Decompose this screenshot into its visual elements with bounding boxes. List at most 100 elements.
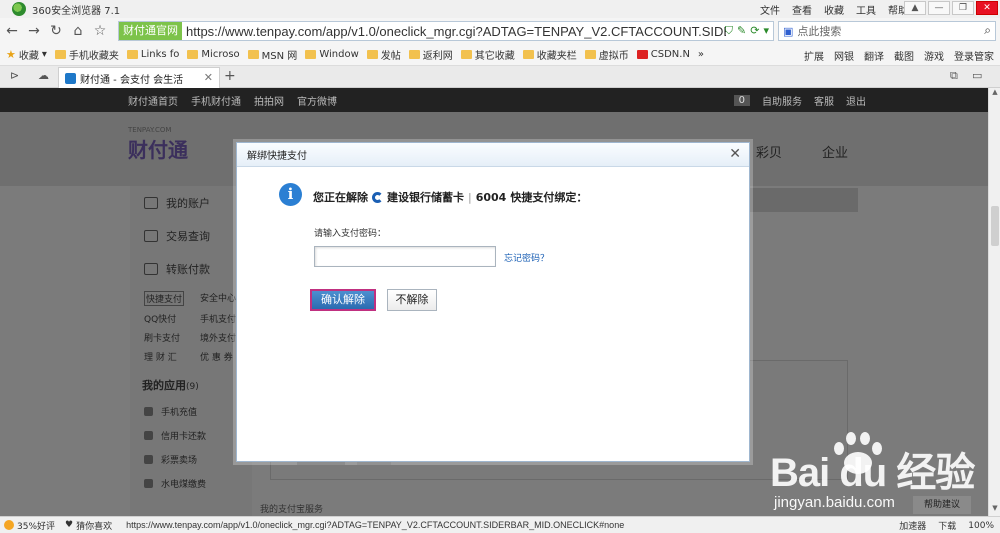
url-text[interactable]: https://www.tenpay.com/app/v1.0/oneclick… — [186, 24, 726, 39]
scroll-thumb[interactable] — [991, 206, 999, 246]
games-button[interactable]: 游戏 — [924, 48, 944, 63]
back-arrow-icon[interactable]: ← — [2, 21, 22, 41]
tab-menu-icon[interactable]: ▭ — [972, 69, 982, 82]
translate-button[interactable]: 翻译 — [864, 48, 884, 63]
search-placeholder: 点此搜索 — [797, 25, 842, 38]
payment-password-input[interactable] — [314, 246, 496, 267]
app-credit-card[interactable]: 信用卡还款 — [130, 423, 252, 447]
scroll-down-icon[interactable]: ▼ — [989, 504, 1000, 516]
app-lottery[interactable]: 彩票卖场 — [130, 447, 252, 471]
quick-link[interactable]: 刷卡支付 — [144, 331, 200, 344]
nav-paipai[interactable]: 拍拍网 — [254, 93, 284, 108]
menu-view[interactable]: 查看 — [792, 2, 812, 17]
zoom-level[interactable]: 100% — [968, 521, 994, 531]
header-menu-caibei[interactable]: 彩贝 — [756, 142, 782, 161]
home-icon[interactable]: ⌂ — [68, 21, 88, 41]
status-url: https://www.tenpay.com/app/v1.0/oneclick… — [126, 520, 625, 530]
utility-icon — [144, 478, 153, 488]
bookmark-item[interactable]: CSDN.N — [636, 49, 690, 60]
search-list-icon — [144, 229, 158, 242]
bookmark-favorites[interactable]: ★ 收藏 ▾ — [6, 47, 47, 62]
bookmark-item[interactable]: 收藏夹栏 — [522, 47, 577, 62]
accelerator-button[interactable]: 加速器 — [899, 519, 926, 532]
nav-weibo[interactable]: 官方微博 — [297, 93, 337, 108]
forward-arrow-icon[interactable]: → — [24, 21, 44, 41]
browser-title-bar: 360安全浏览器 7.1 文件 查看 收藏 工具 帮助 ▲ — ❐ ✕ — [0, 0, 1000, 18]
menu-file[interactable]: 文件 — [760, 2, 780, 17]
download-button[interactable]: 下载 — [938, 519, 956, 532]
nav-customer-service[interactable]: 客服 — [814, 93, 834, 108]
nav-mobile-tenpay[interactable]: 手机财付通 — [191, 93, 241, 108]
forgot-password-link[interactable]: 忘记密码？ — [504, 251, 549, 264]
close-window-button[interactable]: ✕ — [976, 1, 998, 15]
restore-tabs-icon[interactable]: ⧉ — [950, 69, 958, 83]
new-tab-icon[interactable]: + — [224, 68, 236, 84]
nav-logout[interactable]: 退出 — [846, 93, 866, 108]
refresh-icon[interactable]: ⟳ — [750, 24, 759, 38]
ebank-button[interactable]: 网银 — [834, 48, 854, 63]
search-engine-icon[interactable]: ▣ — [783, 25, 793, 38]
confirm-unbind-button[interactable]: 确认解除 — [310, 289, 376, 311]
menu-favorites[interactable]: 收藏 — [824, 2, 844, 17]
scroll-up-icon[interactable]: ▲ — [989, 88, 1000, 100]
sidebar-item-transfer[interactable]: 转账付款 — [130, 252, 252, 285]
nav-tenpay-home[interactable]: 财付通首页 — [128, 93, 178, 108]
header-menu-enterprise[interactable]: 企业 — [822, 142, 848, 161]
chevron-down-icon[interactable]: ▾ — [763, 24, 769, 38]
bookmark-item[interactable]: Window — [305, 49, 359, 60]
tenpay-favicon-icon — [65, 72, 76, 84]
login-manager-button[interactable]: 登录管家 — [954, 48, 994, 63]
shield-icon[interactable]: ⛉ — [725, 24, 733, 38]
user-icon — [144, 196, 158, 209]
bookmark-item[interactable]: 其它收藏 — [460, 47, 515, 62]
address-bar[interactable]: 财付通官网 https://www.tenpay.com/app/v1.0/on… — [118, 21, 774, 41]
sidebar-toggle-icon[interactable]: ⊳ — [10, 69, 19, 82]
tab-tenpay[interactable]: 财付通 - 会支付 会生活 ✕ — [58, 67, 220, 88]
bookmark-item[interactable]: Microso — [187, 49, 240, 60]
edit-icon[interactable]: ✎ — [737, 24, 746, 38]
quick-link[interactable]: 理 财 汇 — [144, 350, 200, 363]
bookmark-item[interactable]: 手机收藏夹 — [54, 47, 119, 62]
pin-window-button[interactable]: ▲ — [904, 1, 926, 15]
bookmark-item[interactable]: 发帖 — [366, 47, 401, 62]
reload-icon[interactable]: ↻ — [46, 21, 66, 41]
cloud-icon[interactable]: ☁ — [38, 69, 49, 82]
bookmark-item[interactable]: MSN 网 — [247, 47, 297, 62]
tenpay-logo[interactable]: 财付通 — [128, 134, 188, 163]
cancel-unbind-button[interactable]: 不解除 — [387, 289, 437, 311]
search-box[interactable]: ▣ 点此搜索 ⌕ — [778, 21, 996, 41]
close-icon[interactable]: ✕ — [729, 146, 741, 162]
extensions-button[interactable]: 扩展 — [804, 48, 824, 63]
status-guess[interactable]: 猜你喜欢 — [76, 519, 112, 532]
status-rating[interactable]: 35%好评 — [17, 519, 55, 532]
quick-link[interactable]: 快捷支付 — [144, 291, 184, 306]
message-count-badge[interactable]: 0 — [733, 94, 750, 106]
folder-icon — [460, 50, 472, 59]
screenshot-button[interactable]: 截图 — [894, 48, 914, 63]
maximize-window-button[interactable]: ❐ — [952, 1, 974, 15]
lottery-icon — [144, 454, 153, 464]
site-top-nav: 财付通首页 手机财付通 拍拍网 官方微博 0 自助服务 客服 退出 — [0, 88, 988, 112]
nav-self-service[interactable]: 自助服务 — [762, 93, 802, 108]
close-tab-icon[interactable]: ✕ — [204, 71, 213, 84]
folder-icon — [187, 50, 199, 59]
bookmark-item[interactable]: Links fo — [126, 49, 179, 60]
bank-name: 建设银行储蓄卡 — [387, 191, 464, 204]
bookmark-star-icon[interactable]: ☆ — [90, 21, 110, 41]
sidebar-item-transactions[interactable]: 交易查询 — [130, 219, 252, 252]
folder-icon — [522, 50, 534, 59]
app-utilities[interactable]: 水电煤缴费 — [130, 471, 252, 495]
app-mobile-recharge[interactable]: 手机充值 — [130, 399, 252, 423]
bookmark-item[interactable]: 返利网 — [408, 47, 453, 62]
minimize-window-button[interactable]: — — [928, 1, 950, 15]
toolbar-extensions: 扩展 网银 翻译 截图 游戏 登录管家 — [804, 44, 994, 65]
search-icon[interactable]: ⌕ — [984, 23, 991, 38]
bookmark-item[interactable]: 虚拟币 — [584, 47, 629, 62]
menu-tools[interactable]: 工具 — [856, 2, 876, 17]
sidebar-item-my-account[interactable]: 我的账户 — [130, 186, 252, 219]
navigation-bar: ← → ↻ ⌂ ☆ 财付通官网 https://www.tenpay.com/a… — [0, 18, 1000, 44]
bookmarks-overflow-icon[interactable]: » — [698, 49, 704, 60]
quick-link[interactable]: QQ快付 — [144, 312, 200, 325]
address-icons: ⛉ ✎ ⟳ ▾ — [725, 24, 769, 38]
star-icon: ★ — [6, 48, 16, 61]
